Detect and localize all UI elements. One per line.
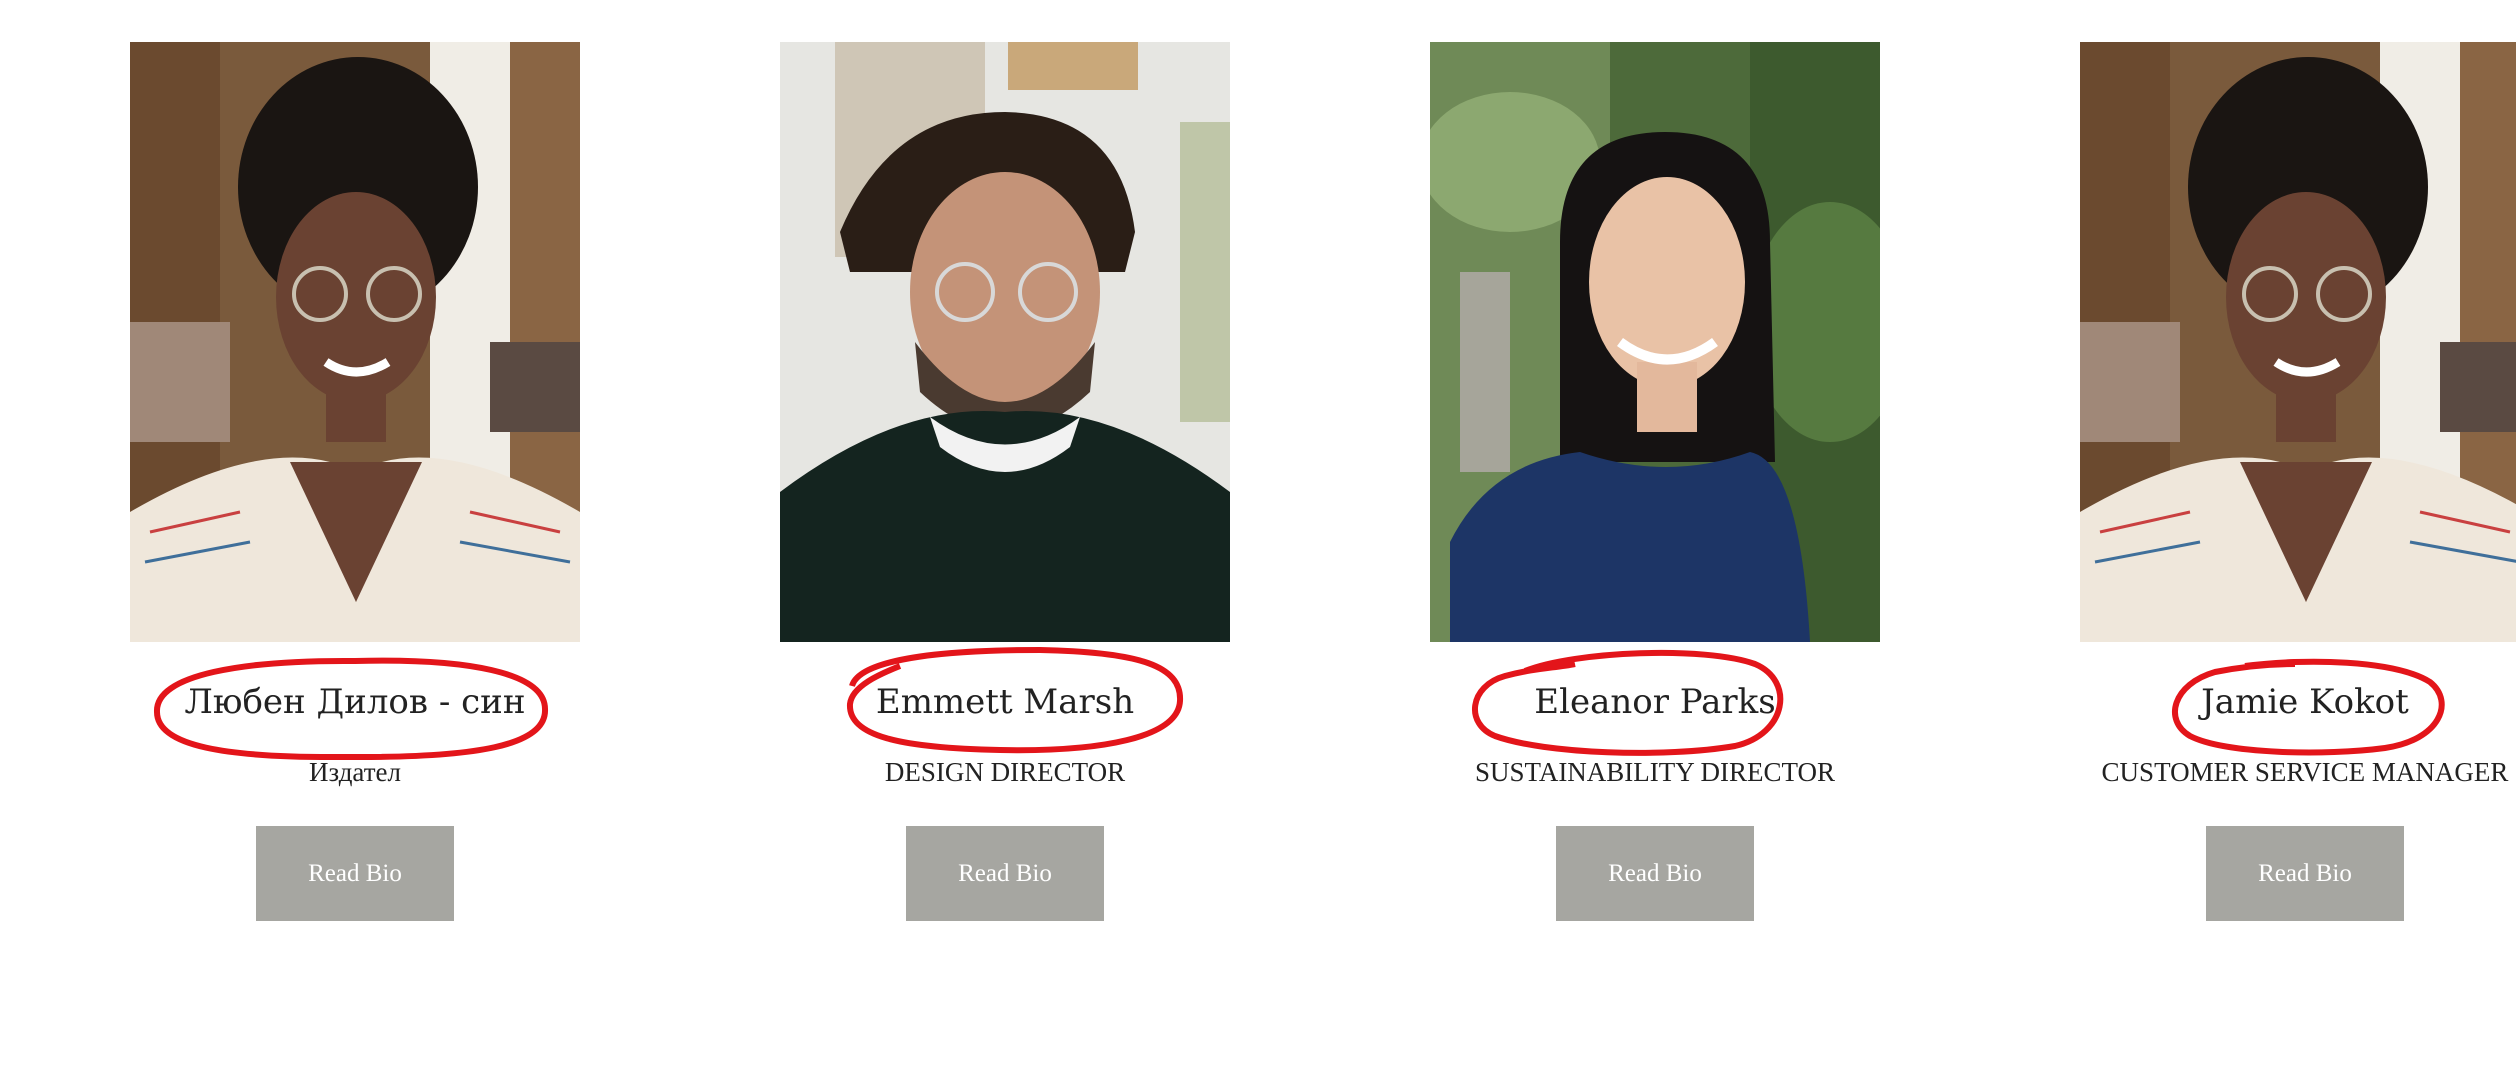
member-name: Emmett Marsh [875, 682, 1135, 722]
read-bio-button[interactable]: Read Bio [2206, 826, 2404, 921]
member-name: Eleanor Parks [1534, 682, 1776, 722]
team-member-photo [130, 42, 580, 642]
read-bio-button[interactable]: Read Bio [1556, 826, 1754, 921]
member-role: CUSTOMER SERVICE MANAGER [2101, 757, 2509, 787]
member-role: Издател [309, 757, 401, 787]
read-bio-button[interactable]: Read Bio [256, 826, 454, 921]
read-bio-button[interactable]: Read Bio [906, 826, 1104, 921]
team-member-photo [780, 42, 1230, 642]
team-member-photo [2080, 42, 2516, 642]
member-role: SUSTAINABILITY DIRECTOR [1474, 757, 1836, 787]
member-name: Любен Дилов - син [184, 682, 526, 722]
member-role: DESIGN DIRECTOR [884, 757, 1126, 787]
member-name: Jamie Kokot [2201, 682, 2409, 722]
team-member-photo [1430, 42, 1880, 642]
